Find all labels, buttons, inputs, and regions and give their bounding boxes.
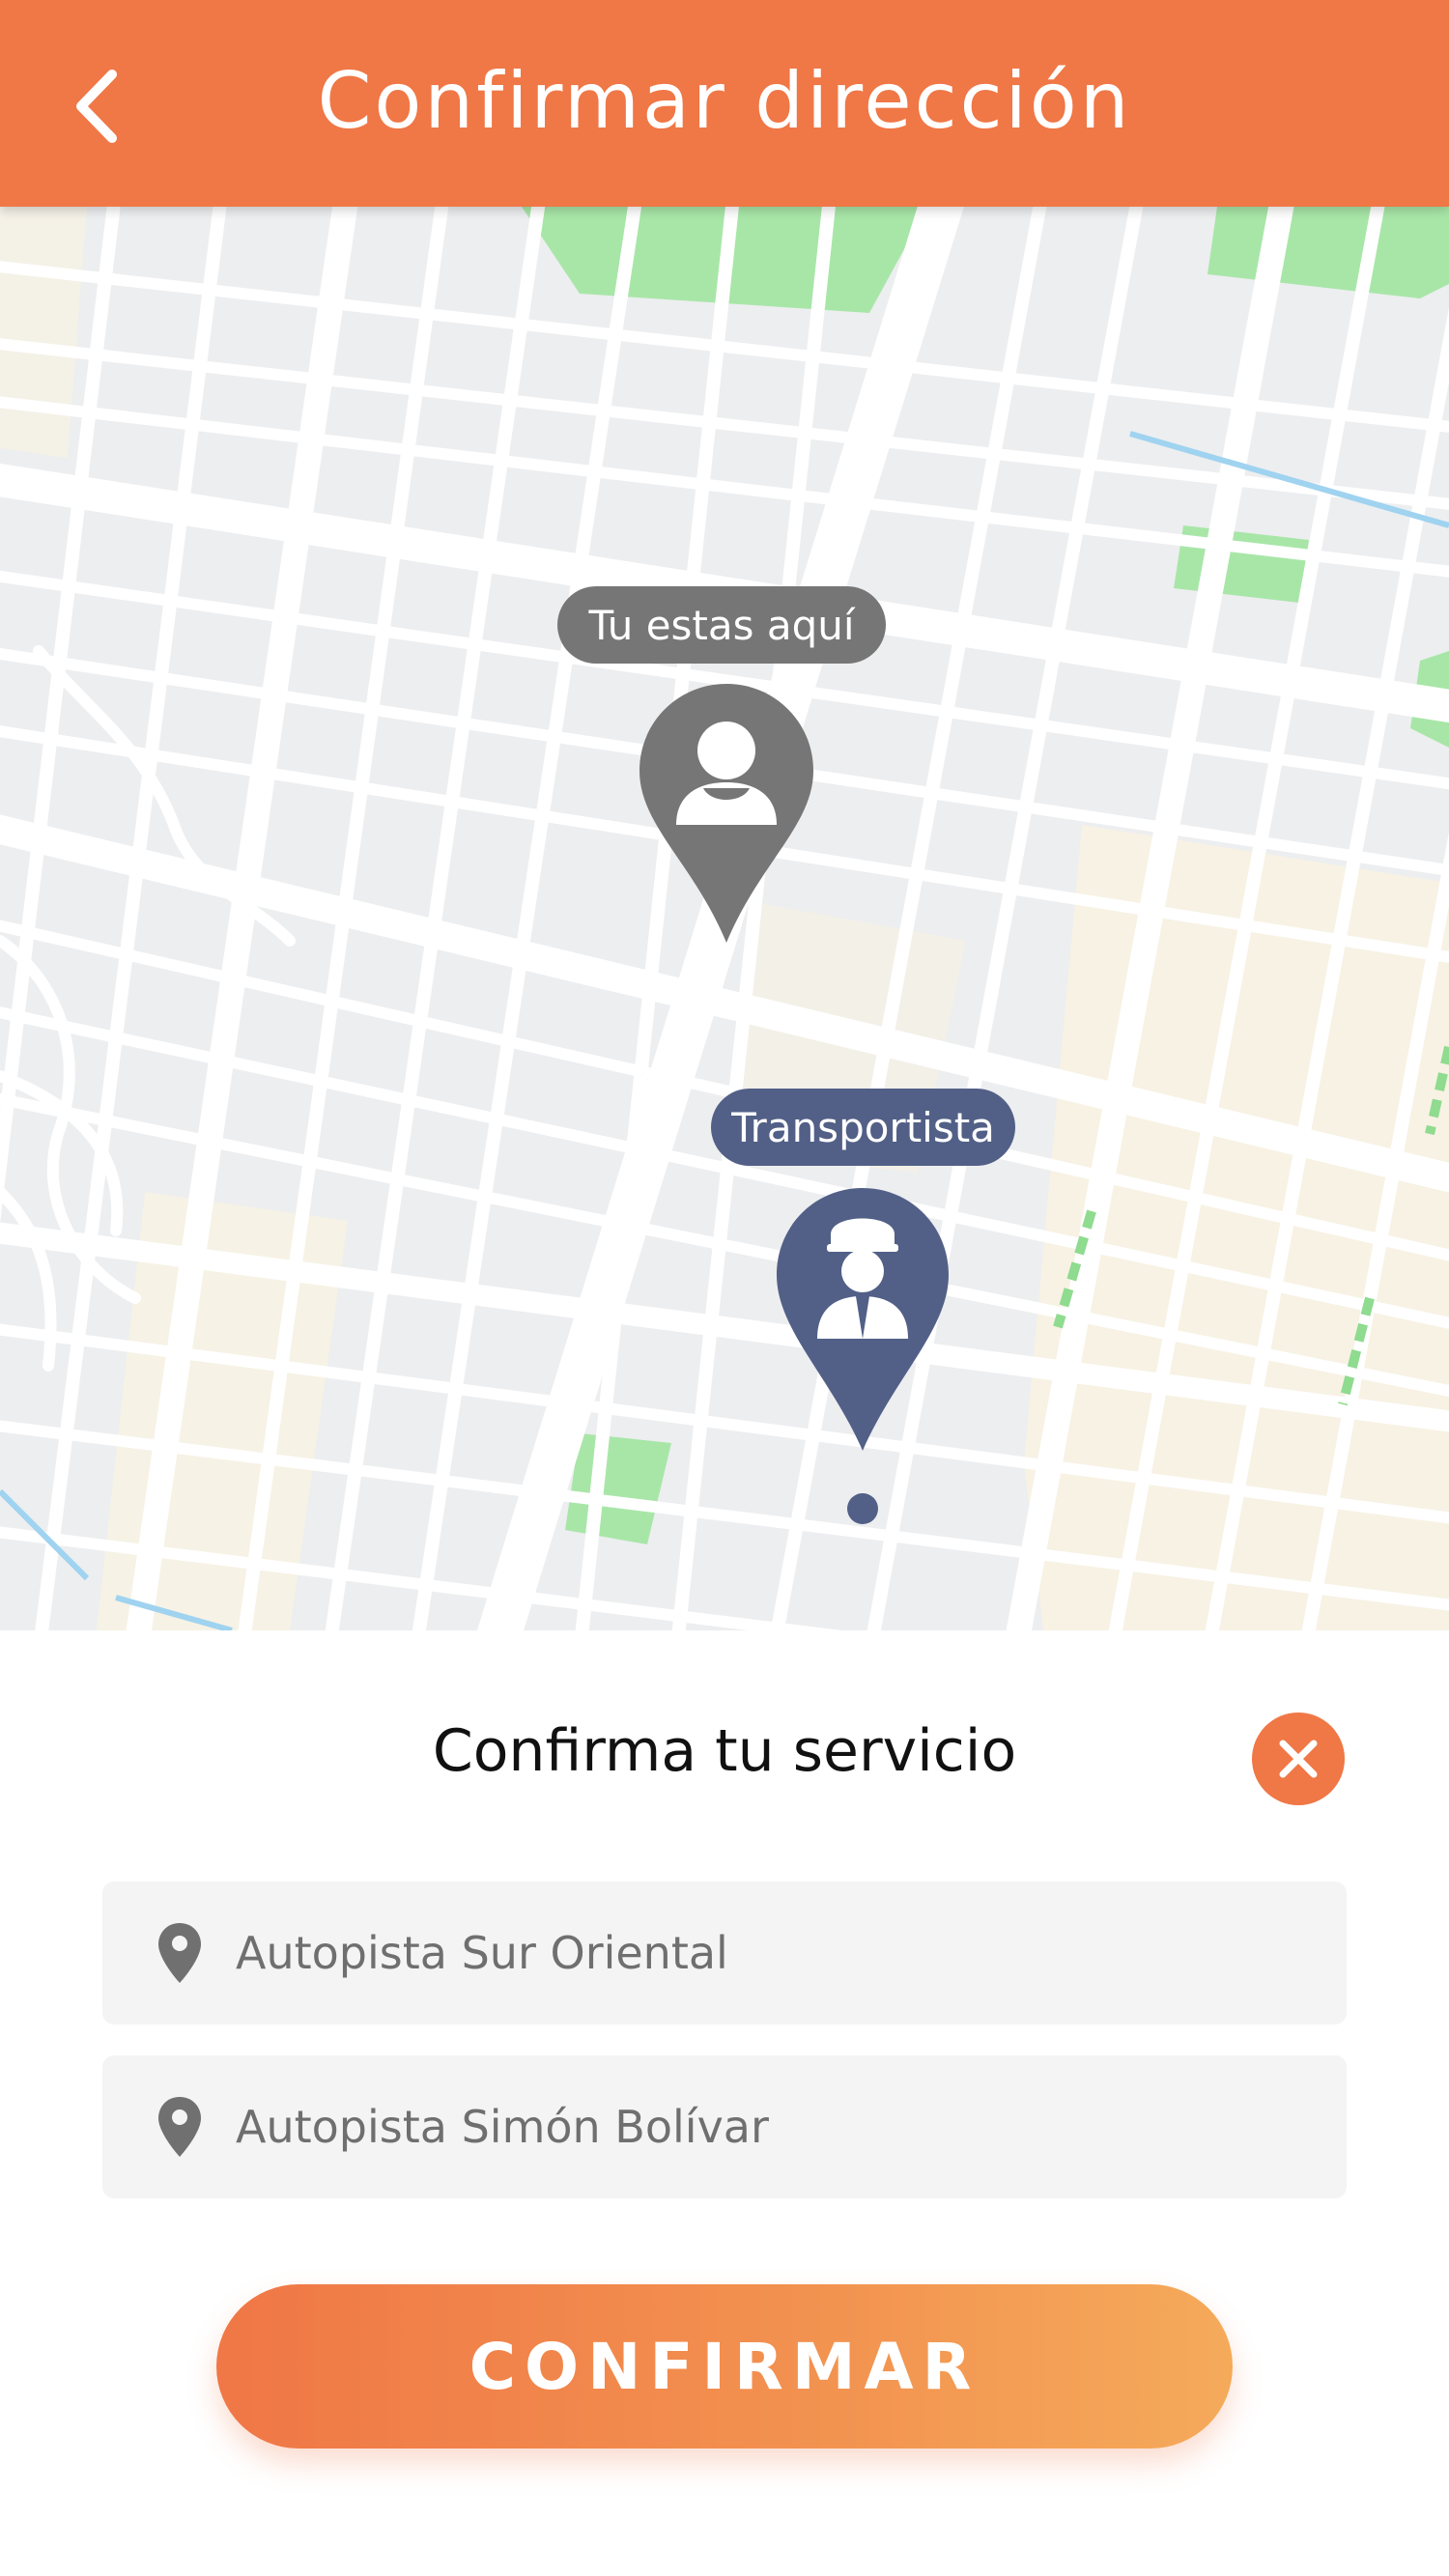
user-pin-icon[interactable] (636, 680, 817, 947)
origin-field[interactable]: Autopista Sur Oriental (102, 1882, 1347, 2024)
driver-pin-icon[interactable] (773, 1184, 952, 1524)
map-view[interactable]: Tu estas aquí Transportista (0, 207, 1449, 1630)
destination-address: Autopista Simón Bolívar (236, 2101, 769, 2153)
app-header: Confirmar dirección (0, 0, 1449, 207)
destination-field[interactable]: Autopista Simón Bolívar (102, 2055, 1347, 2198)
page-title: Confirmar dirección (317, 56, 1132, 146)
close-button[interactable] (1252, 1713, 1345, 1805)
confirm-button[interactable]: CONFIRMAR (216, 2284, 1233, 2449)
origin-address: Autopista Sur Oriental (236, 1927, 728, 1979)
sheet-title: Confirma tu servicio (432, 1717, 1017, 1785)
driver-location-label: Transportista (711, 1089, 1015, 1166)
close-icon (1279, 1740, 1318, 1778)
user-location-label: Tu estas aquí (557, 586, 886, 664)
location-pin-icon (151, 1914, 209, 1992)
location-pin-icon (151, 2088, 209, 2166)
service-sheet: Confirma tu servicio Autopista Sur Orien… (0, 1630, 1449, 2576)
